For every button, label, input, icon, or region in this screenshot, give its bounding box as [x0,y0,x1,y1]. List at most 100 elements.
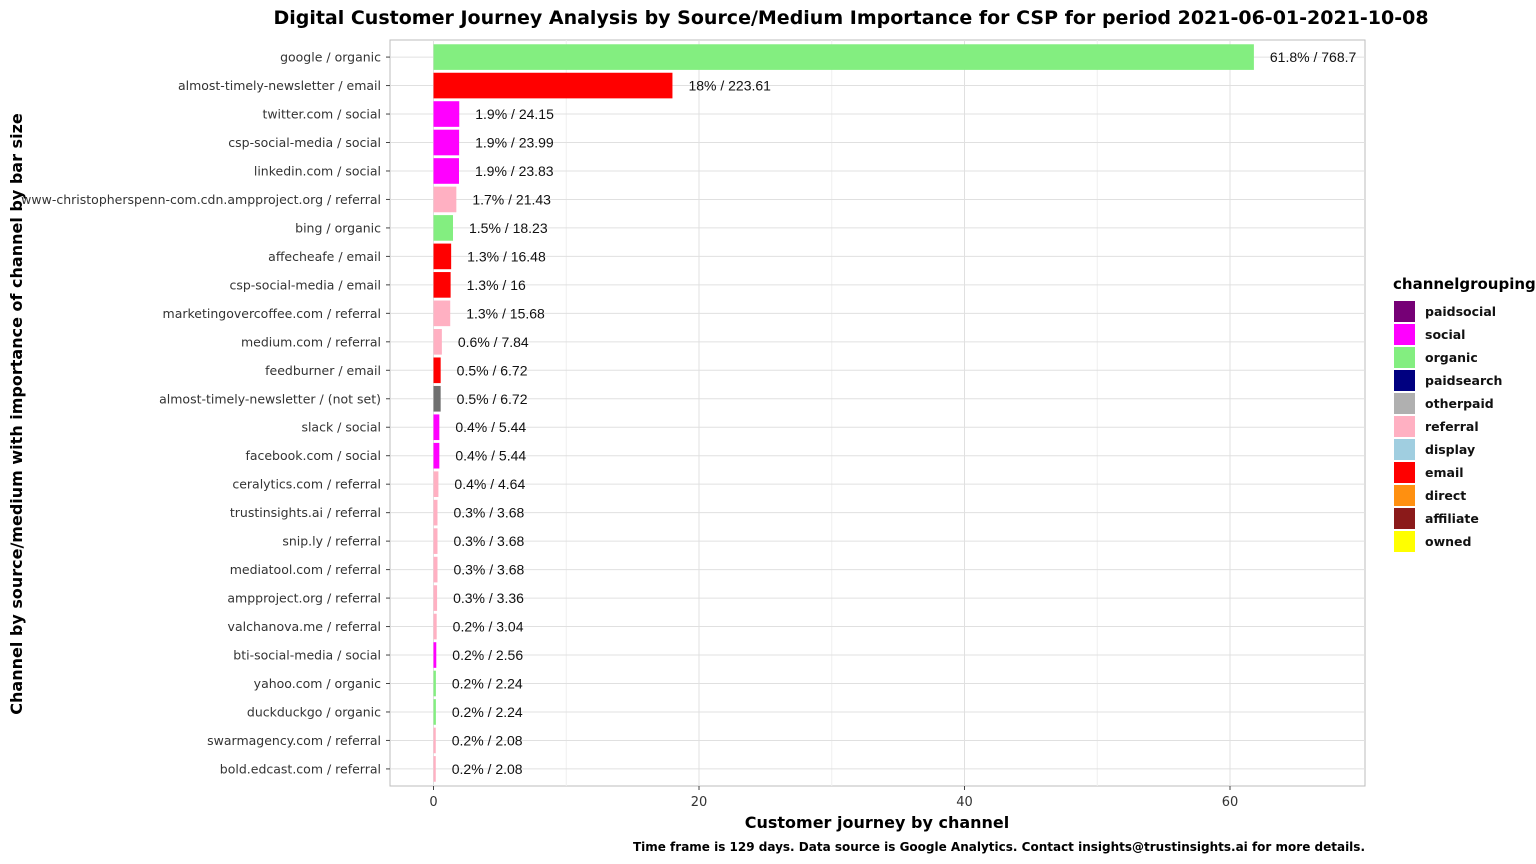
y-tick-label: affecheafe / email [268,249,381,264]
y-axis-title: Channel by source/medium with importance… [7,113,26,715]
bar-value-label: 1.9% / 23.83 [475,163,554,179]
bar-5 [433,186,457,213]
bar-value-label: 0.2% / 3.04 [453,619,524,635]
y-tick-label: mediatool.com / referral [230,562,381,577]
bar-value-label: 1.9% / 23.99 [475,135,554,151]
legend-label: otherpaid [1425,396,1494,411]
legend-label: social [1425,327,1465,342]
legend-swatch-referral [1394,416,1415,437]
bar-value-label: 0.5% / 6.72 [457,391,528,407]
legend-swatch-owned [1394,531,1415,552]
bar-value-label: 0.3% / 3.68 [453,505,524,521]
y-tick-label: twitter.com / social [262,107,381,122]
bar-value-label: 0.3% / 3.68 [453,562,524,578]
legend-swatch-affiliate [1394,508,1415,529]
bar-1 [433,72,673,99]
bar-value-label: 0.3% / 3.68 [453,533,524,549]
bar-13 [433,414,440,441]
bar-value-label: 18% / 223.61 [688,78,771,94]
y-tick-label: linkedin.com / social [254,163,381,178]
bar-value-label: 0.3% / 3.36 [453,590,524,606]
bar-11 [433,357,441,384]
legend-swatch-display [1394,439,1415,460]
y-tick-label: bing / organic [295,220,381,235]
bar-value-label: 0.2% / 2.24 [452,704,523,720]
bar-value-label: 0.2% / 2.08 [452,732,523,748]
y-tick-label: bti-social-media / social [233,648,381,663]
plot-area [389,39,1366,787]
y-tick-label: google / organic [280,50,381,65]
legend-label: paidsearch [1425,373,1502,388]
bar-value-label: 0.4% / 4.64 [454,476,525,492]
legend-swatch-organic [1394,347,1415,368]
legend-swatch-paidsocial [1394,301,1415,322]
bar-7 [433,243,452,270]
y-tick-label: almost-timely-newsletter / email [178,78,381,93]
bar-value-label: 0.2% / 2.08 [452,761,523,777]
bar-0 [433,44,1254,70]
y-tick-label: bold.edcast.com / referral [220,761,381,776]
y-tick-label: snip.ly / referral [282,534,381,549]
legend-swatch-social [1394,324,1415,345]
bar-2 [433,101,460,127]
y-tick-label: slack / social [301,420,381,435]
bar-19 [433,585,438,611]
bar-value-label: 0.2% / 2.24 [452,675,523,691]
bar-9 [433,300,451,327]
legend-label: paidsocial [1425,304,1496,319]
legend-label: referral [1425,419,1479,434]
bar-value-label: 61.8% / 768.7 [1270,49,1357,65]
legend-label: display [1425,442,1475,457]
legend-label: affiliate [1425,511,1479,526]
y-tick-label: ampproject.org / referral [227,591,381,606]
bar-23 [433,699,436,725]
bar-14 [433,442,440,469]
bar-25 [433,756,436,782]
y-tick-label: ceralytics.com / referral [232,477,381,492]
legend-swatch-direct [1394,485,1415,506]
bar-value-label: 1.9% / 24.15 [475,106,554,122]
bar-value-label: 1.5% / 18.23 [469,220,548,236]
bar-value-label: 0.5% / 6.72 [457,362,528,378]
bar-value-label: 1.3% / 15.68 [466,305,545,321]
y-tick-label: marketingovercoffee.com / referral [163,306,381,321]
bar-value-label: 1.7% / 21.43 [472,191,551,207]
y-tick-label: duckduckgo / organic [247,704,381,719]
x-tick-label: 20 [691,795,708,810]
legend-swatch-paidsearch [1394,370,1415,391]
bar-15 [433,471,439,497]
bar-18 [433,556,438,583]
x-tick-label: 60 [1222,795,1239,810]
bar-22 [433,670,436,697]
legend-title: channelgrouping [1393,275,1536,293]
y-tick-label: csp-social-media / email [229,277,381,292]
x-axis: 0 20 40 60 [429,786,1238,810]
bar-value-label: 0.2% / 2.56 [452,647,523,663]
bar-value-label: 1.3% / 16.48 [467,248,546,264]
bar-3 [433,129,460,156]
bar-17 [433,528,438,554]
x-tick-label: 40 [956,795,973,810]
y-tick-label: feedburner / email [265,363,381,378]
bar-24 [433,727,436,754]
y-tick-label: trustinsights.ai / referral [230,505,381,520]
legend-label: direct [1425,488,1466,503]
bar-20 [433,613,437,640]
y-tick-label: facebook.com / social [245,448,381,463]
y-axis: google / organic almost-timely-newsletter… [21,50,390,776]
bar-value-label: 1.3% / 16 [467,277,526,293]
bar-10 [433,329,442,355]
legend-label: organic [1425,350,1478,365]
legend-label: owned [1425,534,1471,549]
y-tick-label: valchanova.me / referral [228,619,381,634]
y-tick-label: yahoo.com / organic [254,676,381,691]
y-tick-label: medium.com / referral [241,334,381,349]
bar-21 [433,642,437,668]
y-tick-label: almost-timely-newsletter / (not set) [159,391,381,406]
x-tick-label: 0 [429,795,437,810]
bar-value-label: 0.6% / 7.84 [458,334,529,350]
y-tick-label: swarmagency.com / referral [207,733,381,748]
x-axis-title: Customer journey by channel [745,813,1010,832]
legend-swatch-email [1394,462,1415,483]
legend-swatch-otherpaid [1394,393,1415,414]
